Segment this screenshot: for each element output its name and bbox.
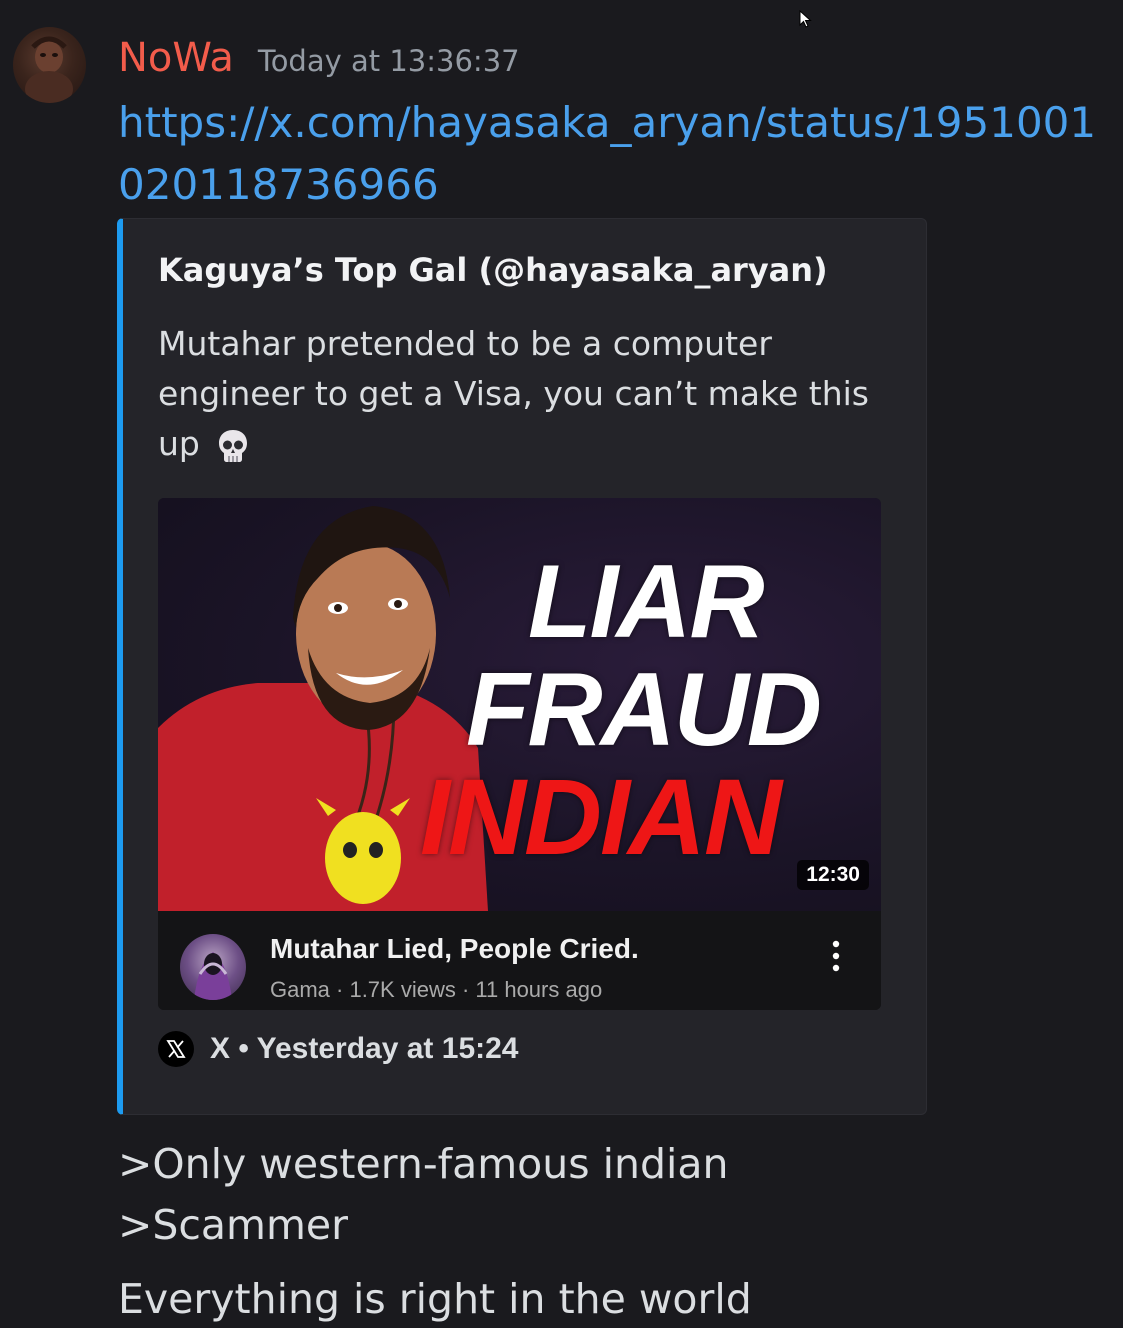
tweet-link[interactable]: https://x.com/hayasaka_aryan/status/1951… xyxy=(118,92,1103,216)
message-timestamp: Today at 13:36:37 xyxy=(257,44,520,78)
tweet-embed: Kaguya’s Top Gal (@hayasaka_aryan) Mutah… xyxy=(117,218,927,1115)
embed-description-text: Mutahar pretended to be a computer engin… xyxy=(158,324,869,463)
embed-footer: X • Yesterday at 15:24 xyxy=(158,1031,518,1067)
username[interactable]: NoWa xyxy=(118,34,234,82)
mouse-cursor-icon xyxy=(799,10,812,28)
thumbnail-text-indian: INDIAN xyxy=(420,756,782,877)
skull-icon xyxy=(219,429,248,462)
user-avatar[interactable] xyxy=(13,27,86,103)
embed-author[interactable]: Kaguya’s Top Gal (@hayasaka_aryan) xyxy=(158,251,828,289)
message-line-3: Everything is right in the world xyxy=(118,1275,752,1323)
embed-footer-text: X • Yesterday at 15:24 xyxy=(210,1032,519,1065)
video-meta-bar: Mutahar Lied, People Cried. Gama · 1.7K … xyxy=(158,911,881,1010)
thumbnail-text-fraud: FRAUD xyxy=(466,652,822,768)
channel-avatar[interactable] xyxy=(180,934,246,1000)
video-thumbnail: LIAR FRAUD INDIAN 12:30 xyxy=(158,498,881,911)
video-title[interactable]: Mutahar Lied, People Cried. xyxy=(270,933,639,965)
message-line-1: >Only western-famous indian xyxy=(118,1140,729,1188)
message-line-2: >Scammer xyxy=(118,1201,349,1249)
more-options-icon[interactable] xyxy=(831,939,841,973)
embed-description: Mutahar pretended to be a computer engin… xyxy=(158,319,878,469)
video-preview[interactable]: LIAR FRAUD INDIAN 12:30 Mutahar Lied, Pe… xyxy=(158,498,881,1010)
avatar-image xyxy=(25,36,73,103)
video-duration-badge: 12:30 xyxy=(797,860,869,890)
x-logo-icon xyxy=(158,1031,194,1067)
thumbnail-text-liar: LIAR xyxy=(528,544,765,660)
discord-message-view: NoWa Today at 13:36:37 https://x.com/hay… xyxy=(0,0,1123,1328)
video-metadata: Gama · 1.7K views · 11 hours ago xyxy=(270,977,603,1002)
channel-avatar-image xyxy=(194,952,232,1000)
message-header: NoWa Today at 13:36:37 xyxy=(118,34,520,82)
